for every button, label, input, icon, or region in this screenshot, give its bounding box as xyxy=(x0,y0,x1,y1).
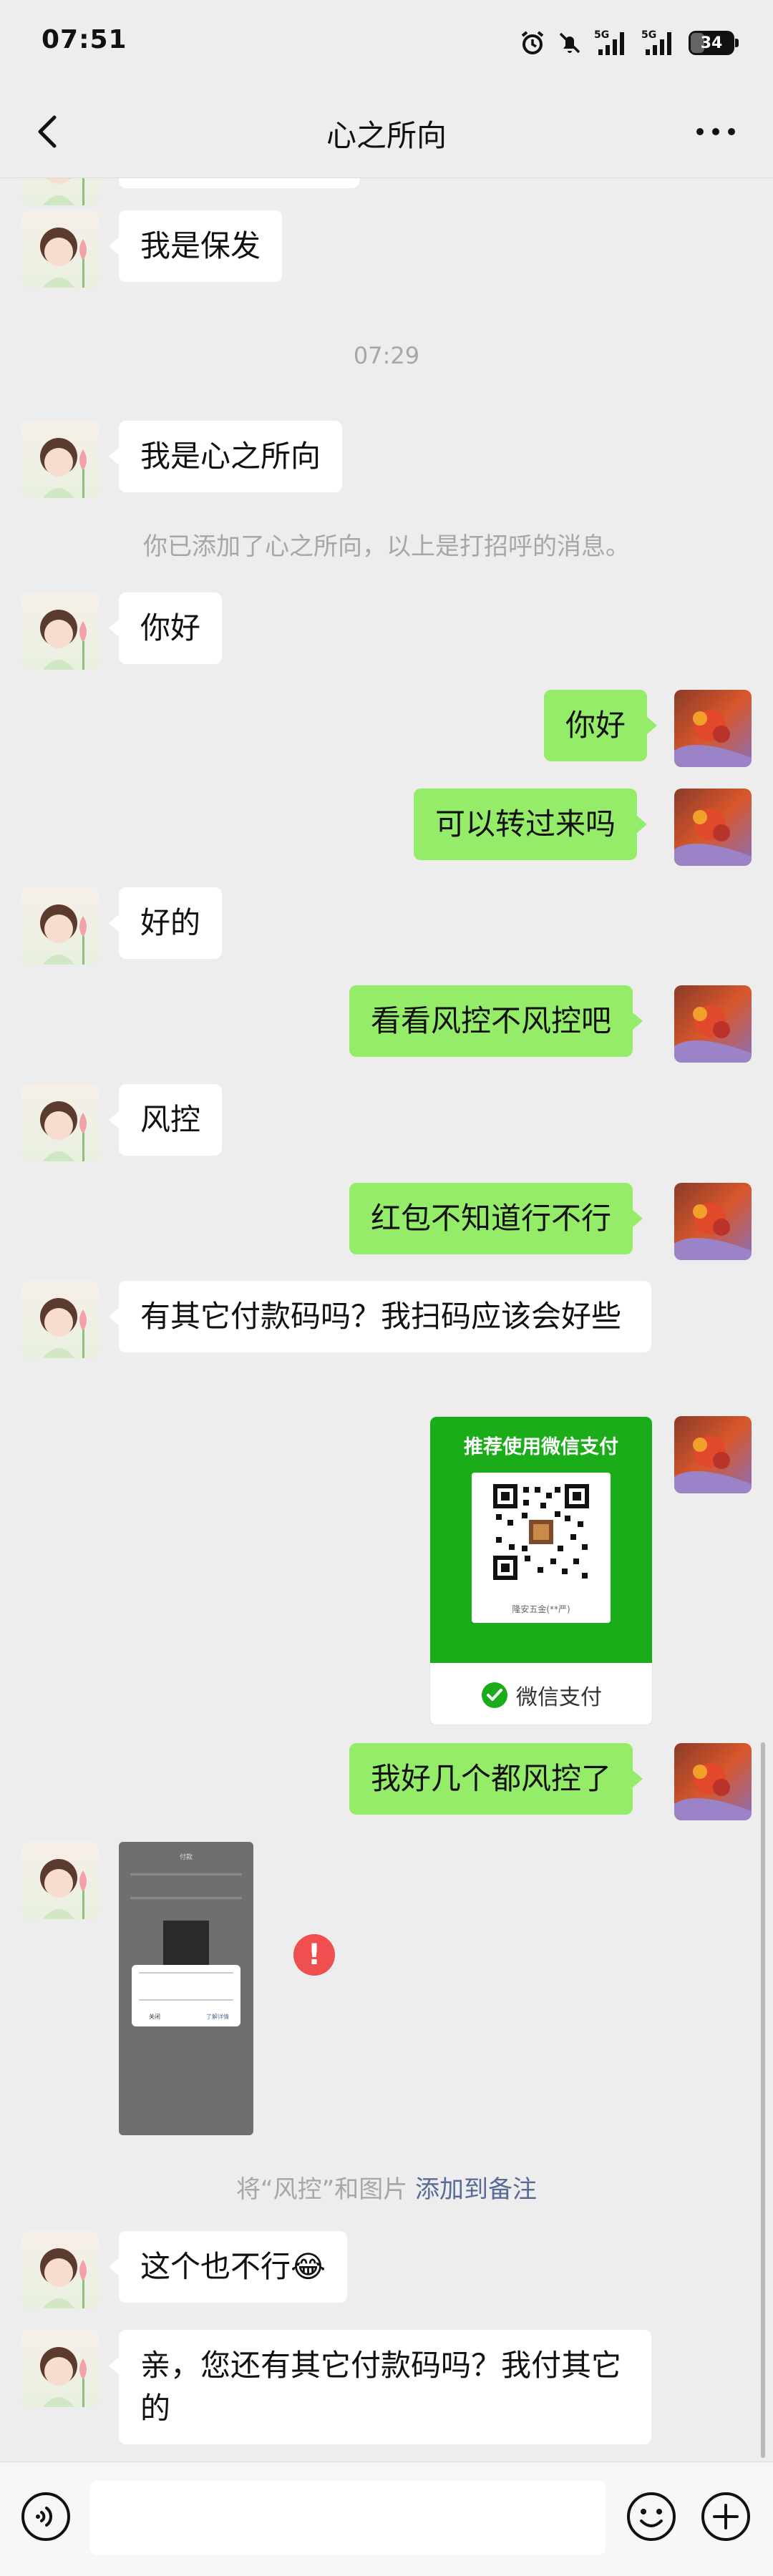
payment-card-footer-label: 微信支付 xyxy=(516,1685,602,1710)
status-time: 07:51 xyxy=(42,25,127,54)
screenshot-dialog-confirm: 了解详情 xyxy=(206,2014,229,2020)
contact-avatar[interactable] xyxy=(21,1281,99,1358)
voice-icon xyxy=(21,2492,70,2541)
my-avatar[interactable] xyxy=(674,1416,752,1493)
signal-bars-icon xyxy=(598,32,624,55)
signal-5g-1: 5G xyxy=(594,29,630,57)
plus-button[interactable] xyxy=(699,2489,753,2544)
voice-button[interactable] xyxy=(19,2489,73,2544)
chat-header: 心之所向 xyxy=(0,86,773,178)
remark-hint-text: 将“风控”和图片 xyxy=(235,2175,408,2204)
contact-avatar[interactable] xyxy=(21,2330,99,2407)
system-message: 你已添加了心之所向，以上是打招呼的消息。 xyxy=(143,532,630,561)
mute-icon xyxy=(559,32,580,54)
my-avatar[interactable] xyxy=(674,1743,752,1820)
emoji-button[interactable] xyxy=(624,2489,679,2544)
message-bubble-in[interactable]: 亲，您还有其它付款码吗？我付其它的 xyxy=(109,2330,651,2444)
message-bubble-out[interactable]: 我好几个都风控了 xyxy=(349,1743,643,1815)
more-horizontal-icon xyxy=(696,128,735,135)
message-bubble-in[interactable]: 这个也不行😂 xyxy=(108,2231,348,2303)
screenshot-qr xyxy=(163,1921,209,1966)
message-bubble-out[interactable]: 你好 xyxy=(544,690,658,761)
my-avatar[interactable] xyxy=(674,690,752,767)
screenshot-text-lines xyxy=(130,1873,242,1899)
message-bubble-in[interactable]: 你好 xyxy=(108,592,223,664)
more-button[interactable] xyxy=(690,114,742,149)
screenshot-title: 付款 xyxy=(179,1854,193,1861)
qr-code: 隆安五金(**严) xyxy=(472,1473,611,1623)
contact-avatar[interactable] xyxy=(21,2231,99,2308)
battery-icon: 34 xyxy=(689,31,739,55)
clipped-bubble xyxy=(119,178,359,188)
qr-code-icon xyxy=(493,1484,589,1580)
message-list[interactable]: 我是保发 07:29 我是心之所向 你已添加了心之所向，以上是打招呼的消息。 你… xyxy=(0,178,773,2461)
merchant-name: 隆安五金(**严) xyxy=(512,1604,570,1614)
contact-avatar[interactable] xyxy=(21,178,99,205)
message-bubble-out[interactable]: 可以转过来吗 xyxy=(414,789,648,860)
emoji-icon xyxy=(627,2492,676,2541)
my-avatar[interactable] xyxy=(674,985,752,1063)
signal-5g-2: 5G xyxy=(641,29,677,57)
input-bar xyxy=(0,2462,773,2576)
my-avatar[interactable] xyxy=(674,789,752,866)
message-bubble-in[interactable]: 我是保发 xyxy=(108,210,283,282)
message-bubble-out[interactable]: 看看风控不风控吧 xyxy=(349,985,643,1057)
message-input[interactable] xyxy=(90,2481,606,2555)
signal-bars-icon xyxy=(646,32,671,55)
payment-card-heading: 推荐使用微信支付 xyxy=(464,1436,618,1458)
screenshot-dialog-cancel: 关闭 xyxy=(149,2014,160,2020)
contact-avatar[interactable] xyxy=(21,1084,99,1161)
contact-avatar[interactable] xyxy=(21,210,99,288)
contact-avatar[interactable] xyxy=(21,421,99,498)
payment-card-footer: 微信支付 xyxy=(430,1666,652,1724)
message-bubble-in[interactable]: 风控 xyxy=(108,1084,223,1156)
my-avatar[interactable] xyxy=(674,1183,752,1260)
wechat-pay-icon xyxy=(482,1682,507,1708)
status-bar: 07:51 5G 5G 34 xyxy=(0,0,773,86)
status-icons: 5G 5G 34 xyxy=(520,26,739,60)
payment-card-header: 推荐使用微信支付 隆安五金(**严) xyxy=(430,1417,652,1663)
contact-avatar[interactable] xyxy=(21,1842,99,1919)
send-failed-icon[interactable]: ! xyxy=(293,1934,335,1976)
plus-icon xyxy=(701,2492,750,2541)
add-to-remark-link[interactable]: 添加到备注 xyxy=(415,2175,537,2204)
message-bubble-in[interactable]: 我是心之所向 xyxy=(108,421,343,492)
screenshot-dialog: 关闭 了解详情 xyxy=(132,1965,240,2026)
alarm-icon xyxy=(521,31,544,54)
chat-title: 心之所向 xyxy=(326,118,447,153)
contact-avatar[interactable] xyxy=(21,592,99,670)
timestamp: 07:29 xyxy=(353,342,420,369)
message-bubble-out[interactable]: 红包不知道行不行 xyxy=(349,1183,643,1254)
screenshot-image[interactable]: 付款 关闭 了解详情 xyxy=(119,1842,253,2135)
scrollbar[interactable] xyxy=(761,1742,765,2458)
message-bubble-in[interactable]: 好的 xyxy=(108,887,223,959)
payment-code-card[interactable]: 推荐使用微信支付 隆安五金(**严) 微信支付 xyxy=(429,1416,653,1725)
message-bubble-in[interactable]: 有其它付款码吗？我扫码应该会好些 xyxy=(109,1281,651,1352)
remark-hint: 将“风控”和图片 添加到备注 xyxy=(0,2170,773,2205)
contact-avatar[interactable] xyxy=(21,887,99,965)
